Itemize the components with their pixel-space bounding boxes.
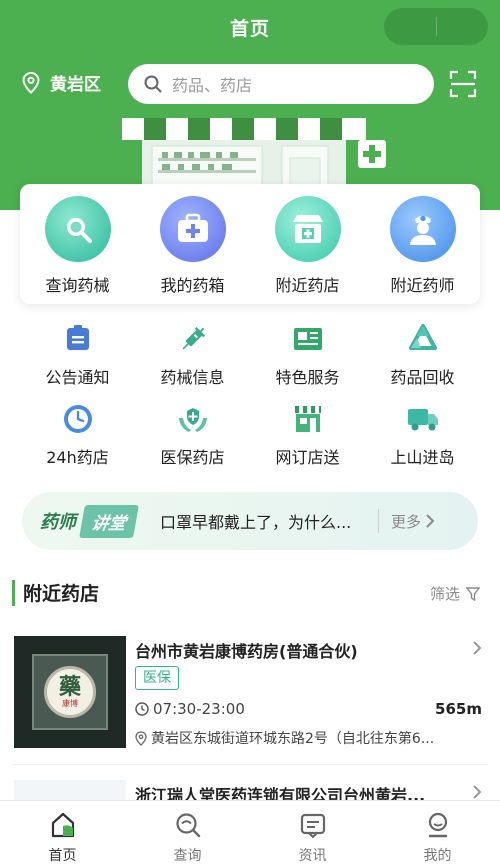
service-label: 医保药店 xyxy=(160,448,225,467)
service-special[interactable]: 特色服务 xyxy=(250,320,365,400)
service-label: 药品回收 xyxy=(390,368,455,387)
shop-icon xyxy=(291,402,325,436)
service-mountain-island[interactable]: 上山进岛 xyxy=(365,400,480,480)
news-message-icon xyxy=(300,813,325,839)
location-label: 黄岩区 xyxy=(50,75,101,95)
service-label: 公告通知 xyxy=(45,368,110,387)
pharmacy-name: 台州市黄岩康博药房(普通合伙) xyxy=(135,642,358,661)
search-icon xyxy=(144,75,162,93)
service-label: 24h药店 xyxy=(46,448,109,467)
banner-more-label: 更多 xyxy=(391,512,422,531)
chevron-right-icon xyxy=(473,785,482,799)
entry-label: 附近药师 xyxy=(390,276,455,295)
location-selector[interactable]: 黄岩区 xyxy=(22,70,101,95)
mini-program-capsule[interactable] xyxy=(384,8,488,45)
section-accent-bar xyxy=(12,580,15,606)
service-label: 特色服务 xyxy=(275,368,340,387)
service-label: 上山进岛 xyxy=(390,448,455,467)
distance: 565m xyxy=(435,700,482,718)
service-medicine-info[interactable]: 药械信息 xyxy=(135,320,250,400)
notice-icon xyxy=(61,322,95,356)
pharmacy-thumbnail: 藥 康博 xyxy=(14,636,126,748)
tab-label: 首页 xyxy=(48,848,77,864)
tab-query[interactable]: 查询 xyxy=(125,801,250,867)
home-page: 首页 黄岩区 药品、药店 查询药械 我的药箱 附近药店 附近药师 公告通知 药械… xyxy=(0,0,500,867)
service-notice[interactable]: 公告通知 xyxy=(20,320,135,400)
section-title: 附近药店 xyxy=(23,583,100,605)
delivery-truck-icon xyxy=(406,402,440,436)
service-label: 药械信息 xyxy=(160,368,225,387)
recycle-icon xyxy=(406,322,440,356)
location-pin-icon xyxy=(135,730,147,746)
search-icon xyxy=(175,813,200,838)
list-divider xyxy=(12,764,488,765)
bottom-tab-bar: 首页 查询 资讯 我的 xyxy=(0,800,500,867)
filter-icon xyxy=(466,586,480,601)
tab-label: 资讯 xyxy=(298,848,327,864)
insurance-icon xyxy=(176,402,210,436)
service-label: 网订店送 xyxy=(275,448,340,467)
news-icon xyxy=(291,322,325,356)
home-icon xyxy=(51,812,74,838)
pharmacist-lecture-banner[interactable]: 药师 讲堂 口罩早都戴上了，为什么... 更多 xyxy=(22,492,478,550)
service-recycle[interactable]: 药品回收 xyxy=(365,320,480,400)
tab-home[interactable]: 首页 xyxy=(0,801,125,867)
services-grid: 公告通知 药械信息 特色服务 药品回收 24h药店 医保药店 网订店送 上山进岛 xyxy=(20,320,480,480)
service-online-order[interactable]: 网订店送 xyxy=(250,400,365,480)
tab-label: 查询 xyxy=(173,848,202,864)
entry-my-medicine-box[interactable]: 我的药箱 xyxy=(135,184,250,296)
location-pin-icon xyxy=(22,71,40,94)
banner-more-link[interactable]: 更多 xyxy=(391,511,435,532)
syringe-icon xyxy=(176,322,210,356)
service-24h-pharmacy[interactable]: 24h药店 xyxy=(20,400,135,480)
pharmacy-store-icon xyxy=(274,196,341,262)
service-insurance-pharmacy[interactable]: 医保药店 xyxy=(135,400,250,480)
tab-news[interactable]: 资讯 xyxy=(250,801,375,867)
scan-button[interactable] xyxy=(449,70,477,102)
nearby-section-header: 附近药店 筛选 xyxy=(12,577,488,607)
main-entries-card: 查询药械 我的药箱 附近药店 附近药师 xyxy=(20,184,480,304)
banner-brand-part1: 药师 xyxy=(40,512,76,533)
search-input[interactable]: 药品、药店 xyxy=(128,64,434,104)
entry-nearby-pharmacy[interactable]: 附近药店 xyxy=(250,184,365,296)
filter-label: 筛选 xyxy=(429,585,460,603)
scan-icon xyxy=(449,70,477,98)
entry-label: 附近药店 xyxy=(275,276,340,295)
entry-nearby-pharmacist[interactable]: 附近药师 xyxy=(365,184,480,296)
pharmacist-icon xyxy=(389,196,456,262)
clock-icon xyxy=(135,702,149,716)
tab-label: 我的 xyxy=(423,848,452,864)
entry-label: 查询药械 xyxy=(45,276,110,295)
pharmacy-list-item[interactable]: 浙江瑞人堂医药连锁有限公司台州黄岩... xyxy=(12,780,488,820)
banner-brand-part2: 讲堂 xyxy=(79,504,139,538)
search-icon xyxy=(44,196,111,262)
pharmacy-sign: 藥 康博 xyxy=(44,666,96,718)
clock-icon xyxy=(61,402,95,436)
tab-mine[interactable]: 我的 xyxy=(375,801,500,867)
profile-icon xyxy=(428,812,447,838)
opening-hours: 07:30-23:00 xyxy=(135,700,245,718)
medicine-box-icon xyxy=(159,196,226,262)
medical-cross-icon xyxy=(358,140,386,168)
chevron-right-icon xyxy=(473,641,482,655)
banner-separator xyxy=(378,509,379,533)
medical-insurance-badge: 医保 xyxy=(135,666,179,690)
chevron-right-icon xyxy=(426,514,435,528)
banner-headline[interactable]: 口罩早都戴上了，为什么... xyxy=(160,509,370,533)
filter-button[interactable]: 筛选 xyxy=(430,583,480,604)
pharmacy-address: 黄岩区东城街道环城东路2号（自北往东第6... xyxy=(135,728,475,748)
entry-label: 我的药箱 xyxy=(160,276,225,295)
pharmacy-list-item[interactable]: 藥 康博 台州市黄岩康博药房(普通合伙) 医保 07:30-23:00 565m… xyxy=(12,636,488,752)
header-banner: 首页 黄岩区 药品、药店 xyxy=(0,0,500,210)
entry-query-medicine[interactable]: 查询药械 xyxy=(20,184,135,296)
search-placeholder: 药品、药店 xyxy=(172,76,253,95)
